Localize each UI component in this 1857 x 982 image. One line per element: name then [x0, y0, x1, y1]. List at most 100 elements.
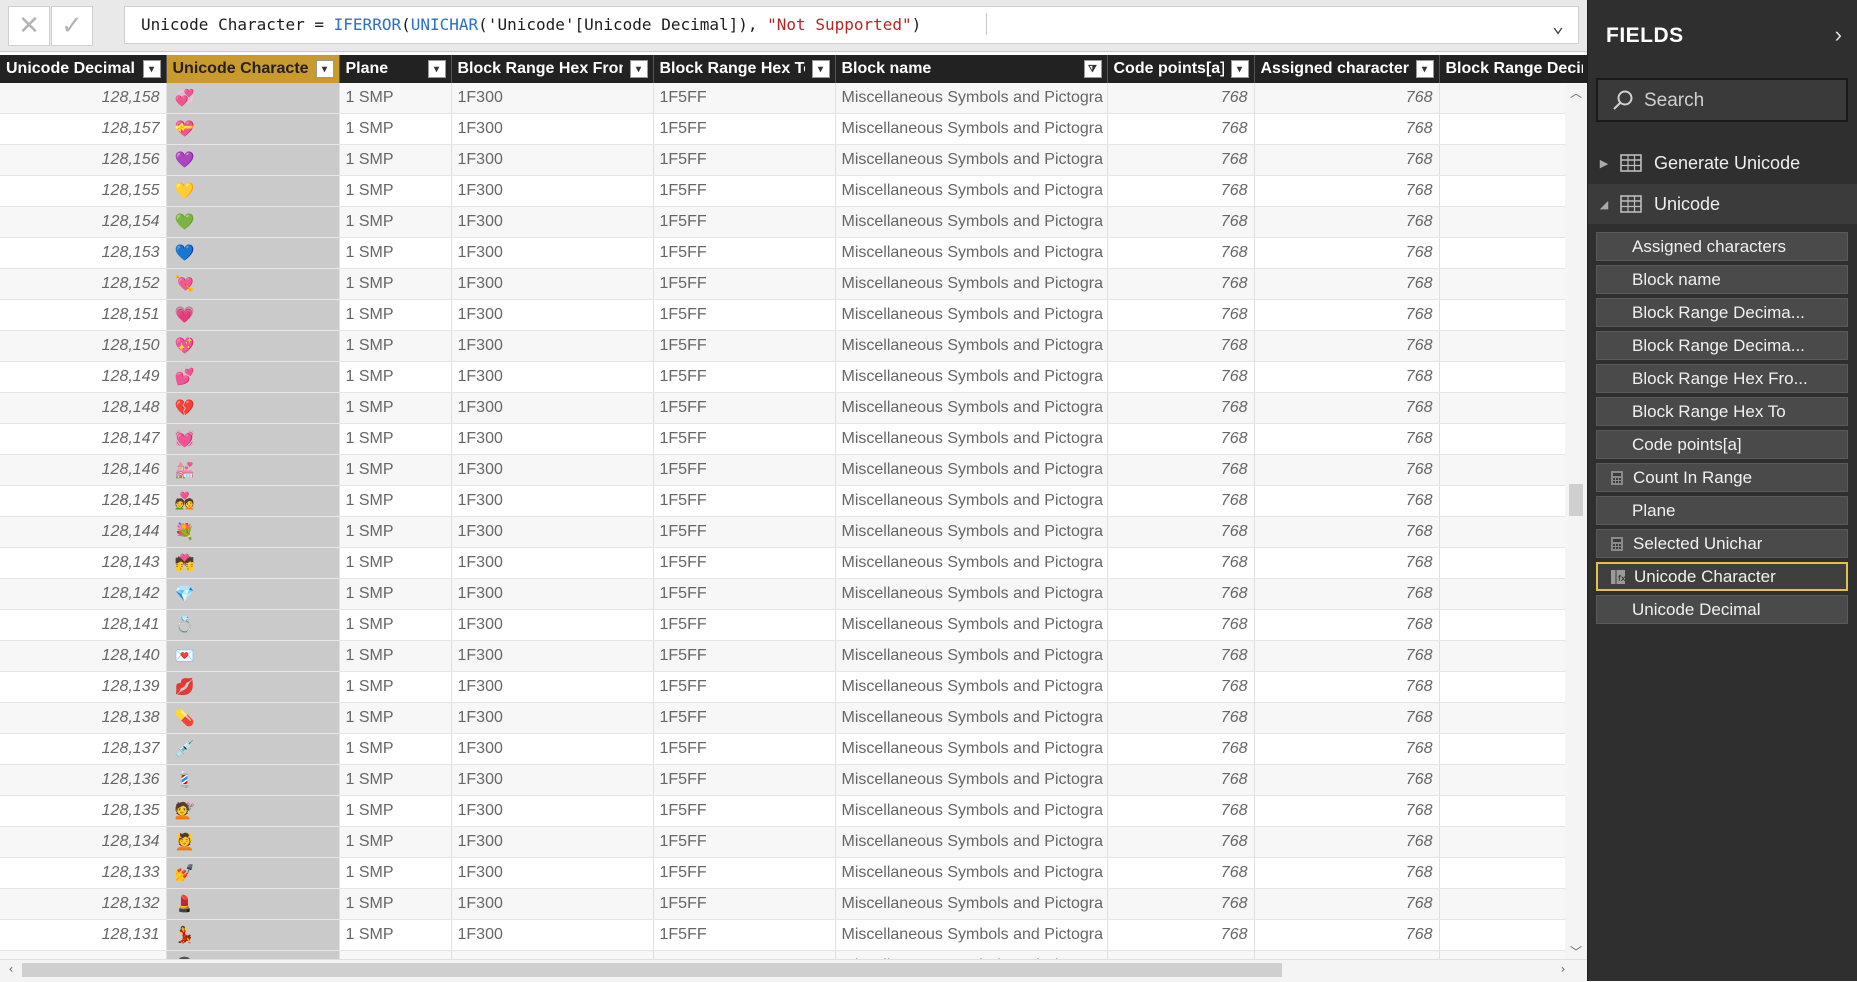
cell-assigned-characters[interactable]: 768 — [1254, 733, 1440, 765]
filter-dropdown-icon[interactable]: ▾ — [142, 60, 161, 78]
cell-block-range-hex-to[interactable]: 1F5FF — [653, 485, 836, 517]
cell-block-range-hex-from[interactable]: 1F300 — [451, 516, 654, 548]
cell-block-name[interactable]: Miscellaneous Symbols and Pictogra — [835, 175, 1108, 207]
cell-assigned-characters[interactable]: 768 — [1254, 423, 1440, 455]
field-item[interactable]: Plane — [1596, 496, 1848, 525]
cell-block-name[interactable]: Miscellaneous Symbols and Pictogra — [835, 392, 1108, 424]
cell-block-range-hex-from[interactable]: 1F300 — [451, 950, 654, 959]
cell-block-range-hex-to[interactable]: 1F5FF — [653, 857, 836, 889]
cell-unicode-decimal[interactable]: 128,137 — [0, 733, 167, 765]
filter-dropdown-icon[interactable]: ▾ — [1415, 60, 1434, 78]
field-item[interactable]: Assigned characters — [1596, 232, 1848, 261]
fields-search-box[interactable] — [1596, 78, 1848, 122]
cell-code-points[interactable]: 768 — [1107, 113, 1255, 145]
vertical-scrollbar[interactable]: ︿ ﹀ — [1565, 84, 1587, 959]
expand-formula-chevron-icon[interactable]: ⌄ — [1546, 7, 1570, 43]
table-row[interactable]: 128,137 💉 1 SMP 1F300 1F5FF Miscellaneous Sym… — [0, 733, 1587, 765]
cell-assigned-characters[interactable]: 768 — [1254, 144, 1440, 176]
cell-block-range-hex-to[interactable]: 1F5FF — [653, 671, 836, 703]
cell-unicode-decimal[interactable]: 128,155 — [0, 175, 167, 207]
filter-dropdown-icon[interactable]: ▾ — [315, 60, 334, 78]
table-row[interactable]: 128,140 💌 1 SMP 1F300 1F5FF Miscellaneous Sym… — [0, 640, 1587, 672]
cell-block-name[interactable]: Miscellaneous Symbols and Pictogra — [835, 516, 1108, 548]
cell-unicode-character[interactable]: 💛 — [166, 175, 340, 207]
cell-block-range-hex-to[interactable]: 1F5FF — [653, 547, 836, 579]
cell-code-points[interactable]: 768 — [1107, 83, 1255, 114]
cell-block-range-hex-to[interactable]: 1F5FF — [653, 950, 836, 959]
cell-code-points[interactable]: 768 — [1107, 795, 1255, 827]
cell-unicode-character[interactable]: 💘 — [166, 268, 340, 300]
cell-unicode-decimal[interactable]: 128,157 — [0, 113, 167, 145]
column-header-unicode-decimal[interactable]: Unicode Decimal ▾ — [0, 55, 167, 83]
cell-assigned-characters[interactable]: 768 — [1254, 113, 1440, 145]
cell-block-range-hex-from[interactable]: 1F300 — [451, 299, 654, 331]
cell-block-name[interactable]: Miscellaneous Symbols and Pictogra — [835, 113, 1108, 145]
column-header-assigned-characters[interactable]: Assigned characters ▾ — [1254, 55, 1440, 83]
cell-block-range-hex-from[interactable]: 1F300 — [451, 609, 654, 641]
cell-block-range-hex-from[interactable]: 1F300 — [451, 702, 654, 734]
cell-plane[interactable]: 1 SMP — [339, 919, 452, 951]
cell-code-points[interactable]: 768 — [1107, 609, 1255, 641]
cell-unicode-character[interactable]: 💏 — [166, 547, 340, 579]
cell-unicode-character[interactable]: 💃 — [166, 919, 340, 951]
cell-code-points[interactable]: 768 — [1107, 764, 1255, 796]
field-item[interactable]: Selected Unichar — [1596, 529, 1848, 558]
cell-assigned-characters[interactable]: 768 — [1254, 702, 1440, 734]
cell-unicode-decimal[interactable]: 128,130 — [0, 950, 167, 959]
cell-block-range-hex-to[interactable]: 1F5FF — [653, 795, 836, 827]
table-row[interactable]: 128,138 💊 1 SMP 1F300 1F5FF Miscellaneous Sym… — [0, 702, 1587, 734]
cell-code-points[interactable]: 768 — [1107, 919, 1255, 951]
cell-assigned-characters[interactable]: 768 — [1254, 330, 1440, 362]
cell-plane[interactable]: 1 SMP — [339, 950, 452, 959]
cell-code-points[interactable]: 768 — [1107, 888, 1255, 920]
cell-block-range-hex-from[interactable]: 1F300 — [451, 733, 654, 765]
cell-plane[interactable]: 1 SMP — [339, 702, 452, 734]
cell-unicode-character[interactable]: 💈 — [166, 764, 340, 796]
column-header-block-range-hex-to[interactable]: Block Range Hex To ▾ — [653, 55, 836, 83]
cell-block-range-hex-from[interactable]: 1F300 — [451, 83, 654, 114]
cell-block-name[interactable]: Miscellaneous Symbols and Pictogra — [835, 206, 1108, 238]
cell-block-name[interactable]: Miscellaneous Symbols and Pictogra — [835, 919, 1108, 951]
table-row[interactable]: 128,135 💇 1 SMP 1F300 1F5FF Miscellaneous Sym… — [0, 795, 1587, 827]
table-row[interactable]: 128,139 💋 1 SMP 1F300 1F5FF Miscellaneous Sym… — [0, 671, 1587, 703]
commit-formula-button[interactable]: ✓ — [51, 6, 93, 46]
cell-block-name[interactable]: Miscellaneous Symbols and Pictogra — [835, 888, 1108, 920]
cell-unicode-decimal[interactable]: 128,158 — [0, 83, 167, 114]
table-row[interactable]: 128,134 💆 1 SMP 1F300 1F5FF Miscellaneous Sym… — [0, 826, 1587, 858]
cell-unicode-decimal[interactable]: 128,143 — [0, 547, 167, 579]
field-item[interactable]: Block Range Decima... — [1596, 298, 1848, 327]
table-row[interactable]: 128,146 💒 1 SMP 1F300 1F5FF Miscellaneous Sym… — [0, 454, 1587, 486]
table-row[interactable]: 128,133 💅 1 SMP 1F300 1F5FF Miscellaneous Sym… — [0, 857, 1587, 889]
table-row[interactable]: 128,158 💞 1 SMP 1F300 1F5FF Miscellaneous Sym… — [0, 83, 1587, 114]
cell-plane[interactable]: 1 SMP — [339, 640, 452, 672]
table-row[interactable]: 128,150 💖 1 SMP 1F300 1F5FF Miscellaneous Sym… — [0, 330, 1587, 362]
cell-block-name[interactable]: Miscellaneous Symbols and Pictogra — [835, 795, 1108, 827]
cell-plane[interactable]: 1 SMP — [339, 268, 452, 300]
cell-plane[interactable]: 1 SMP — [339, 361, 452, 393]
field-item[interactable]: Count In Range — [1596, 463, 1848, 492]
cell-block-range-hex-from[interactable]: 1F300 — [451, 826, 654, 858]
cell-code-points[interactable]: 768 — [1107, 733, 1255, 765]
cell-unicode-character[interactable]: 💔 — [166, 392, 340, 424]
scroll-left-icon[interactable]: ‹ — [0, 962, 22, 980]
cell-unicode-character[interactable]: 💆 — [166, 826, 340, 858]
field-item[interactable]: Block Range Hex Fro... — [1596, 364, 1848, 393]
cell-code-points[interactable]: 768 — [1107, 330, 1255, 362]
cell-plane[interactable]: 1 SMP — [339, 578, 452, 610]
cell-unicode-decimal[interactable]: 128,146 — [0, 454, 167, 486]
cell-assigned-characters[interactable]: 768 — [1254, 764, 1440, 796]
cell-plane[interactable]: 1 SMP — [339, 733, 452, 765]
cell-unicode-character[interactable]: 💋 — [166, 671, 340, 703]
cell-plane[interactable]: 1 SMP — [339, 144, 452, 176]
scroll-right-icon[interactable]: › — [1552, 962, 1574, 980]
cell-assigned-characters[interactable]: 768 — [1254, 175, 1440, 207]
cell-unicode-decimal[interactable]: 128,150 — [0, 330, 167, 362]
cell-code-points[interactable]: 768 — [1107, 206, 1255, 238]
cell-assigned-characters[interactable]: 768 — [1254, 299, 1440, 331]
cell-block-name[interactable]: Miscellaneous Symbols and Pictogra — [835, 609, 1108, 641]
cell-block-range-hex-from[interactable]: 1F300 — [451, 640, 654, 672]
scroll-down-icon[interactable]: ﹀ — [1565, 943, 1587, 959]
cell-assigned-characters[interactable]: 768 — [1254, 609, 1440, 641]
cell-block-range-hex-to[interactable]: 1F5FF — [653, 609, 836, 641]
cell-unicode-character[interactable]: 💎 — [166, 578, 340, 610]
